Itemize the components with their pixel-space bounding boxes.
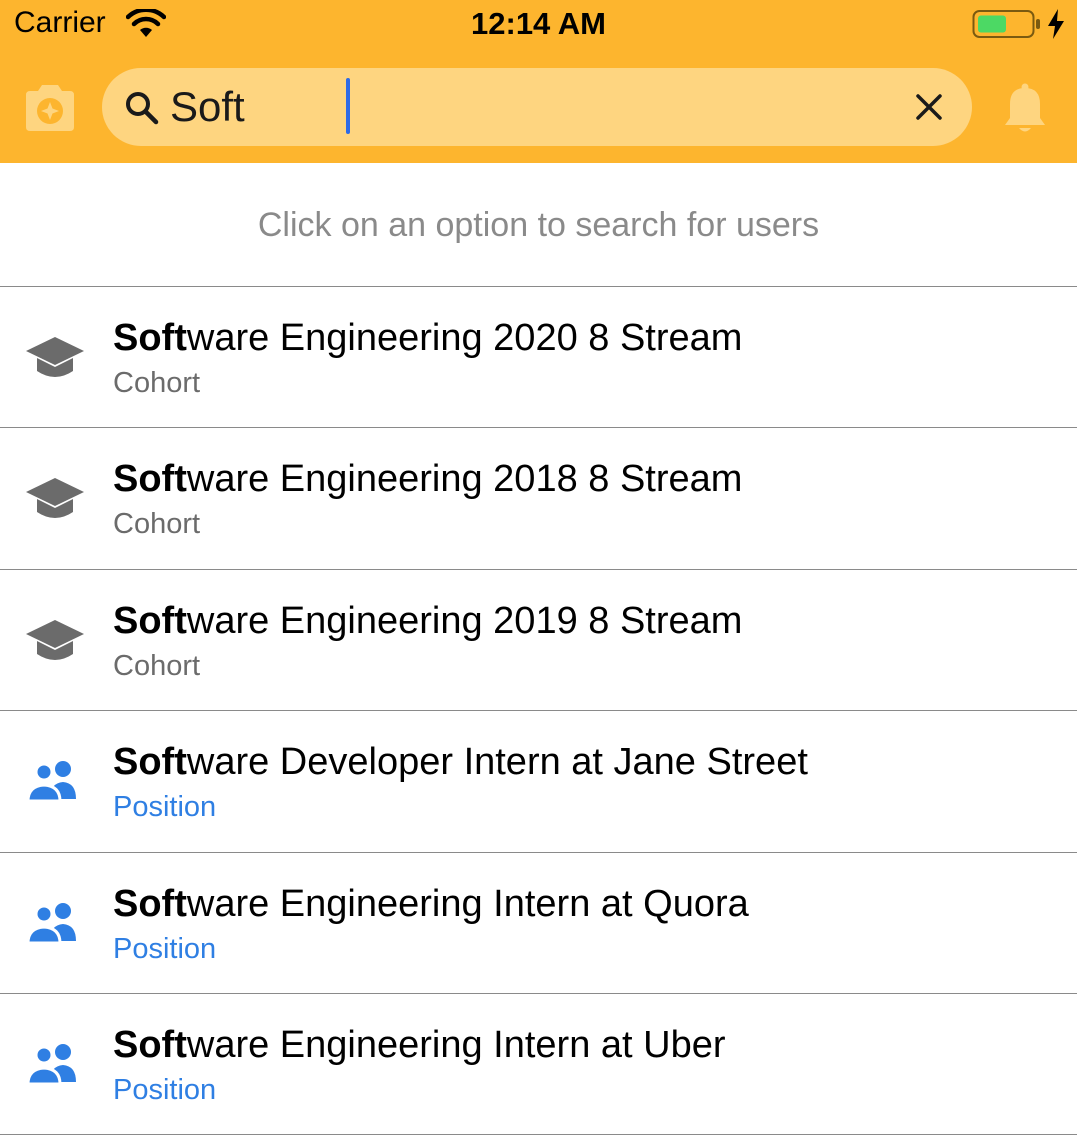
- result-type: Cohort: [113, 367, 201, 399]
- result-title-rest: ware Engineering Intern at Quora: [186, 882, 749, 925]
- notification-bell-icon[interactable]: [1002, 82, 1048, 136]
- result-title-match: Soft: [113, 1023, 187, 1066]
- graduation-cap-icon: [26, 619, 84, 660]
- result-title-match: Soft: [113, 882, 187, 925]
- status-time: 12:14 AM: [471, 6, 606, 41]
- camera-icon[interactable]: [22, 83, 78, 133]
- result-title: Software Engineering 2019 8 Stream: [113, 600, 742, 643]
- result-type: Position: [113, 1073, 217, 1106]
- search-results-list: Software Engineering 2020 8 Stream Cohor…: [0, 287, 1077, 1136]
- battery-icon: [972, 10, 1040, 38]
- result-type: Cohort: [113, 508, 201, 541]
- search-hint-text: Click on an option to search for users: [257, 206, 820, 244]
- result-title-match: Soft: [113, 458, 187, 501]
- result-title: Software Engineering Intern at Quora: [113, 883, 749, 926]
- result-title-match: Soft: [113, 599, 187, 642]
- result-title: Software Engineering Intern at Uber: [113, 1024, 726, 1067]
- people-icon: [26, 902, 76, 945]
- result-title-rest: ware Engineering 2019 8 Stream: [186, 599, 743, 642]
- result-title-rest: ware Engineering Intern at Uber: [186, 1023, 726, 1066]
- graduation-cap-icon: [26, 478, 84, 519]
- result-title-match: Soft: [113, 741, 187, 784]
- result-title-rest: ware Engineering 2018 8 Stream: [186, 458, 743, 501]
- app-header: Carrier 12:14 AM: [0, 0, 1077, 163]
- result-title: Software Engineering 2018 8 Stream: [113, 458, 742, 501]
- result-type: Position: [113, 791, 217, 824]
- result-title-match: Soft: [113, 317, 187, 359]
- graduation-cap-icon: [26, 337, 84, 377]
- result-title: Software Engineering 2020 8 Stream: [113, 317, 742, 360]
- result-row[interactable]: Software Engineering Intern at Uber Posi…: [0, 994, 1077, 1136]
- clear-search-icon[interactable]: [914, 92, 944, 122]
- search-icon: [126, 92, 159, 125]
- result-row[interactable]: Software Engineering 2018 8 Stream Cohor…: [0, 428, 1077, 570]
- people-icon: [26, 1043, 76, 1086]
- search-input[interactable]: [170, 76, 870, 138]
- result-type: Cohort: [113, 649, 201, 682]
- status-bar: Carrier 12:14 AM: [0, 0, 1077, 50]
- result-row[interactable]: Software Engineering 2019 8 Stream Cohor…: [0, 570, 1077, 712]
- result-row[interactable]: Software Developer Intern at Jane Street…: [0, 711, 1077, 853]
- result-type: Position: [113, 932, 217, 965]
- search-bar[interactable]: [102, 68, 972, 146]
- charging-bolt-icon: [1048, 9, 1064, 39]
- result-row[interactable]: Software Engineering 2020 8 Stream Cohor…: [0, 287, 1077, 429]
- people-icon: [26, 761, 76, 803]
- text-cursor: [346, 78, 350, 134]
- result-title-rest: ware Engineering 2020 8 Stream: [186, 317, 743, 359]
- search-hint: Click on an option to search for users: [0, 163, 1077, 287]
- result-title-rest: ware Developer Intern at Jane Street: [186, 741, 808, 784]
- result-title: Software Developer Intern at Jane Street: [113, 741, 808, 784]
- result-row[interactable]: Software Engineering Intern at Quora Pos…: [0, 853, 1077, 994]
